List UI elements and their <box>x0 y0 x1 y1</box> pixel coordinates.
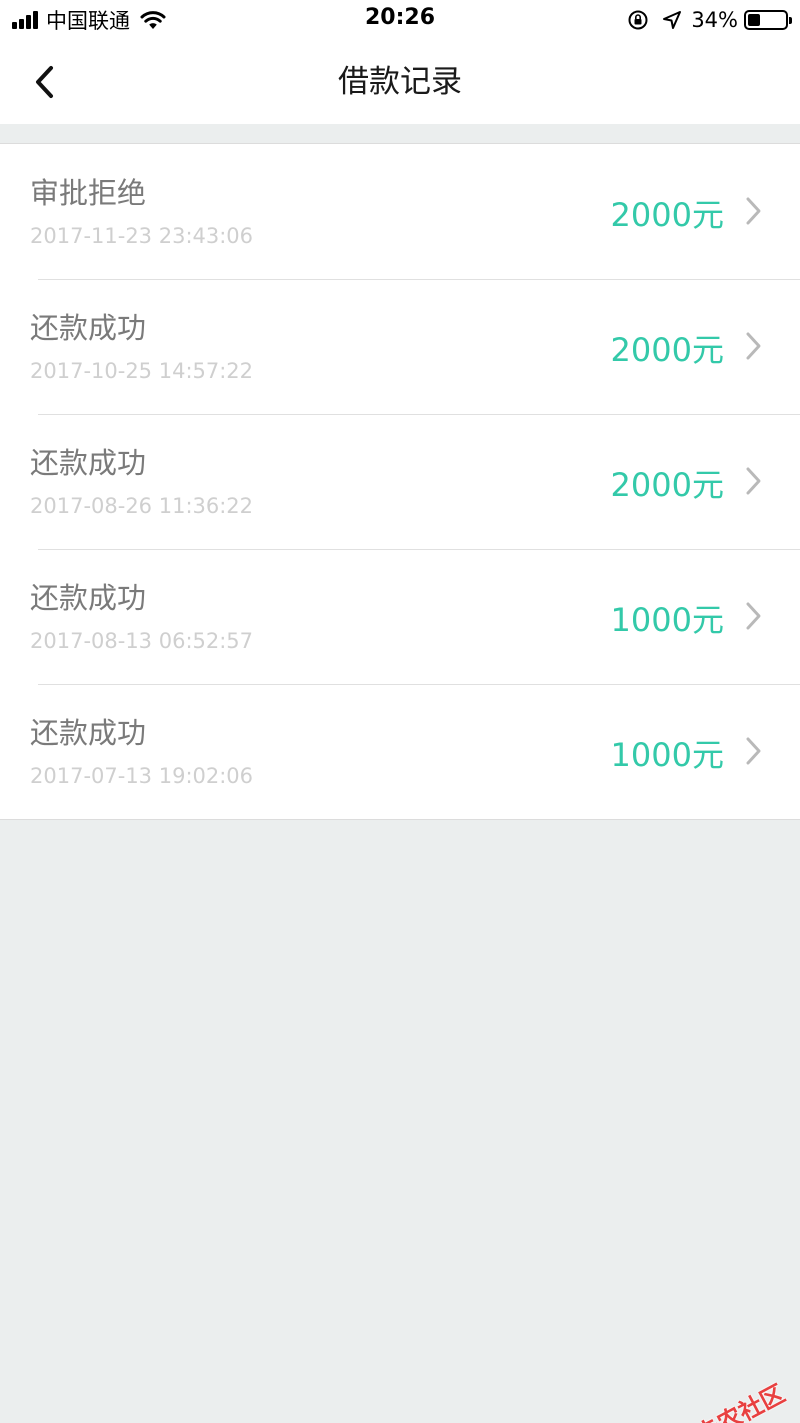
chevron-right-icon <box>746 737 761 765</box>
watermark-text: 卡农社区 <box>691 1379 790 1423</box>
chevron-right-icon <box>746 602 761 630</box>
record-datetime: 2017-10-25 14:57:22 <box>30 359 254 383</box>
watermark: 卡农社区 <box>662 1374 790 1423</box>
location-arrow-icon <box>663 11 682 29</box>
orientation-lock-icon <box>628 10 648 30</box>
battery-percent: 34% <box>691 8 738 32</box>
record-status: 还款成功 <box>30 581 147 615</box>
record-amount: 2000元 <box>610 196 724 234</box>
record-status: 审批拒绝 <box>30 176 147 210</box>
record-item[interactable]: 还款成功 2017-08-26 11:36:22 2000元 <box>0 414 800 549</box>
record-amount: 2000元 <box>610 331 724 369</box>
record-status: 还款成功 <box>30 716 147 750</box>
record-datetime: 2017-08-26 11:36:22 <box>30 494 254 518</box>
record-amount: 2000元 <box>610 466 724 504</box>
nav-bar: 借款记录 <box>0 40 800 124</box>
record-item[interactable]: 还款成功 2017-08-13 06:52:57 1000元 <box>0 549 800 684</box>
page-title: 借款记录 <box>338 64 462 100</box>
chevron-right-icon <box>746 467 761 495</box>
chevron-right-icon <box>746 197 761 225</box>
record-item[interactable]: 审批拒绝 2017-11-23 23:43:06 2000元 <box>0 144 800 279</box>
chevron-right-icon <box>746 332 761 360</box>
status-bar: 中国联通 20:26 34% <box>0 0 800 40</box>
battery-icon <box>744 10 792 30</box>
record-amount: 1000元 <box>610 736 724 774</box>
status-right: 34% <box>627 6 792 34</box>
record-datetime: 2017-07-13 19:02:06 <box>30 764 254 788</box>
record-item[interactable]: 还款成功 2017-10-25 14:57:22 2000元 <box>0 279 800 414</box>
record-datetime: 2017-11-23 23:43:06 <box>30 224 254 248</box>
record-amount: 1000元 <box>610 601 724 639</box>
record-datetime: 2017-08-13 06:52:57 <box>30 629 254 653</box>
record-status: 还款成功 <box>30 446 147 480</box>
record-status: 还款成功 <box>30 311 147 345</box>
loan-record-list: 审批拒绝 2017-11-23 23:43:06 2000元 还款成功 2017… <box>0 143 800 820</box>
record-item[interactable]: 还款成功 2017-07-13 19:02:06 1000元 <box>0 684 800 819</box>
